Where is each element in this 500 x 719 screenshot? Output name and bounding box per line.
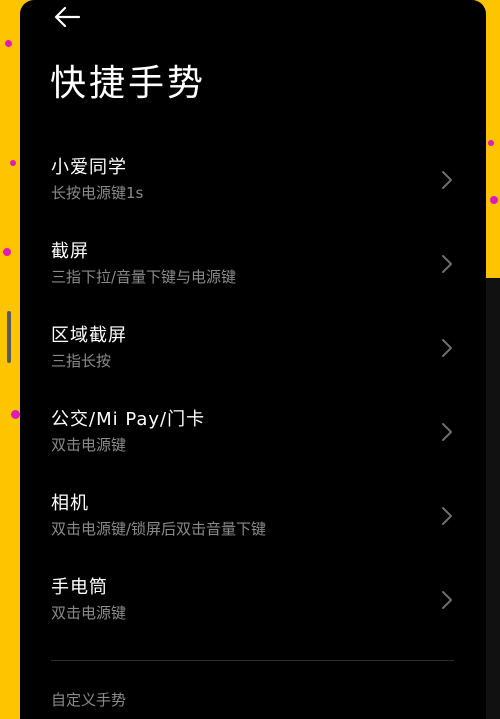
item-title: 区域截屏 (51, 325, 127, 346)
list-item-camera[interactable]: 相机 双击电源键/锁屏后双击音量下键 (20, 486, 486, 570)
background-dark-strip (486, 278, 500, 719)
decoration-dot (3, 248, 11, 256)
gesture-list: 小爱同学 长按电源键1s 截屏 三指下拉/音量下键与电源键 区域截屏 三指长按 … (20, 150, 486, 654)
scroll-indicator[interactable] (7, 311, 11, 363)
list-item-transit-pay[interactable]: 公交/Mi Pay/门卡 双击电源键 (20, 402, 486, 486)
decoration-dot (11, 410, 20, 419)
list-item-area-screenshot[interactable]: 区域截屏 三指长按 (20, 318, 486, 402)
list-item-flashlight[interactable]: 手电筒 双击电源键 (20, 570, 486, 654)
chevron-right-icon (442, 507, 452, 525)
item-title: 公交/Mi Pay/门卡 (51, 409, 206, 430)
back-arrow-icon[interactable] (51, 4, 83, 30)
chevron-right-icon (442, 255, 452, 273)
phone-screen: 快捷手势 小爱同学 长按电源键1s 截屏 三指下拉/音量下键与电源键 区域截屏 … (20, 0, 486, 719)
item-subtitle: 三指下拉/音量下键与电源键 (51, 268, 237, 286)
item-subtitle: 长按电源键1s (51, 184, 144, 202)
decoration-dot (490, 196, 498, 204)
chevron-right-icon (442, 423, 452, 441)
item-subtitle: 双击电源键/锁屏后双击音量下键 (51, 520, 267, 538)
item-title: 小爱同学 (51, 157, 127, 178)
item-title: 相机 (51, 493, 89, 514)
list-item-screenshot[interactable]: 截屏 三指下拉/音量下键与电源键 (20, 234, 486, 318)
item-title: 截屏 (51, 241, 89, 262)
decoration-dot (10, 160, 16, 166)
list-item-xiaoai[interactable]: 小爱同学 长按电源键1s (20, 150, 486, 234)
item-subtitle: 双击电源键 (51, 436, 127, 454)
custom-gestures-label: 自定义手势 (51, 691, 127, 709)
chevron-right-icon (442, 339, 452, 357)
item-subtitle: 双击电源键 (51, 604, 127, 622)
decoration-dot (488, 140, 494, 146)
item-title: 手电筒 (51, 577, 108, 598)
section-divider (51, 660, 454, 661)
chevron-right-icon (442, 171, 452, 189)
page-title: 快捷手势 (50, 63, 207, 104)
item-subtitle: 三指长按 (51, 352, 112, 370)
decoration-dot (5, 40, 12, 47)
chevron-right-icon (442, 591, 452, 609)
